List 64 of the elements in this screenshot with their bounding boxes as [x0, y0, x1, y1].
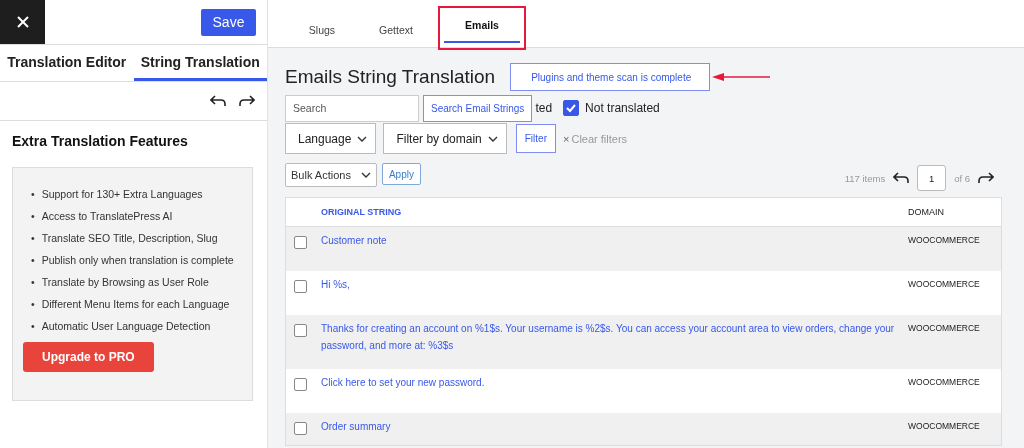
string-type-tab[interactable]: Emails [444, 19, 520, 43]
domain-dropdown[interactable]: Filter by domain [383, 123, 507, 154]
apply-button[interactable]: Apply [381, 163, 421, 185]
column-header[interactable]: ORIGINAL STRING [321, 207, 908, 217]
not-translated-label: Not translated [585, 101, 660, 115]
feature-item: Translate by Browsing as User Role [41, 276, 209, 289]
redo-icon[interactable] [239, 95, 255, 107]
column-header: DOMAIN [908, 207, 945, 217]
upgrade-button[interactable]: Upgrade to PRO [23, 342, 154, 372]
domain-cell-text: WOOCOMMERCE [908, 323, 981, 335]
scan-notice: Plugins and theme scan is complete [510, 63, 711, 91]
close-icon [16, 16, 29, 28]
bullet-mark: • [31, 298, 35, 311]
bullet-mark: • [31, 210, 35, 223]
original-string-link[interactable]: Hi %s, [321, 276, 908, 315]
annotation-arrow [711, 72, 772, 82]
filter-button[interactable]: Filter [515, 124, 556, 153]
undo-icon[interactable] [893, 172, 910, 184]
row-checkbox[interactable] [294, 422, 307, 435]
filter-label: ted [535, 101, 553, 115]
feature-item: Support for 130+ Extra Languages [41, 188, 203, 201]
bullet-mark: • [31, 188, 35, 201]
original-string-link[interactable]: Customer note [321, 232, 908, 271]
item-count: 117 items [844, 172, 886, 184]
row-checkbox[interactable] [294, 280, 307, 293]
page-field[interactable]: 1 [917, 165, 947, 191]
original-string-link[interactable]: Click here to set your new password. [321, 374, 908, 413]
search-field[interactable]: Search [285, 94, 419, 122]
close-button[interactable] [0, 0, 45, 44]
bullet-mark: • [31, 276, 35, 289]
undo-icon[interactable] [210, 95, 226, 107]
language-dropdown[interactable]: Language [285, 123, 377, 154]
feature-item: Automatic User Language Detection [41, 320, 211, 333]
not-translated-checkbox[interactable] [563, 100, 580, 116]
feature-item: Publish only when translation is complete [41, 254, 234, 267]
original-string-link[interactable]: Order summary [321, 418, 908, 445]
page-heading: Emails String Translation [285, 66, 496, 88]
bullet-mark: • [31, 232, 35, 245]
row-checkbox[interactable] [294, 324, 307, 337]
row-checkbox[interactable] [294, 378, 307, 391]
caret-icon [357, 135, 368, 142]
domain-cell-text: WOOCOMMERCE [908, 235, 981, 247]
page-total: of 6 [954, 172, 970, 184]
original-string-link[interactable]: Thanks for creating an account on %1$s. Your username is %2$s. You can access your account area to view orders, change your password, and more at: %3$s [321, 320, 908, 369]
clear-icon[interactable]: × [563, 132, 570, 145]
search-button[interactable]: Search Email Strings [423, 94, 533, 122]
feature-item: Translate SEO Title, Description, Slug [41, 232, 218, 245]
feature-item: Access to TranslatePress AI [41, 210, 173, 223]
caret-icon [487, 135, 498, 142]
redo-icon[interactable] [978, 172, 994, 184]
save-button[interactable]: Save [201, 8, 256, 36]
features-title: Extra Translation Features [12, 133, 189, 149]
domain-cell-text: WOOCOMMERCE [908, 421, 981, 433]
domain-cell-text: WOOCOMMERCE [908, 377, 981, 389]
caret-icon [360, 172, 371, 178]
feature-item: Different Menu Items for each Language [41, 298, 230, 311]
bullet-mark: • [31, 320, 35, 333]
domain-cell-text: WOOCOMMERCE [908, 279, 981, 291]
editor-tab[interactable]: Translation Editor [0, 45, 134, 81]
bullet-mark: • [31, 254, 35, 267]
string-type-tab[interactable]: Gettext [371, 24, 421, 48]
string-type-tab[interactable]: Slugs [297, 24, 347, 48]
bulk-actions-dropdown[interactable]: Bulk Actions [285, 163, 377, 187]
row-checkbox[interactable] [294, 236, 307, 249]
